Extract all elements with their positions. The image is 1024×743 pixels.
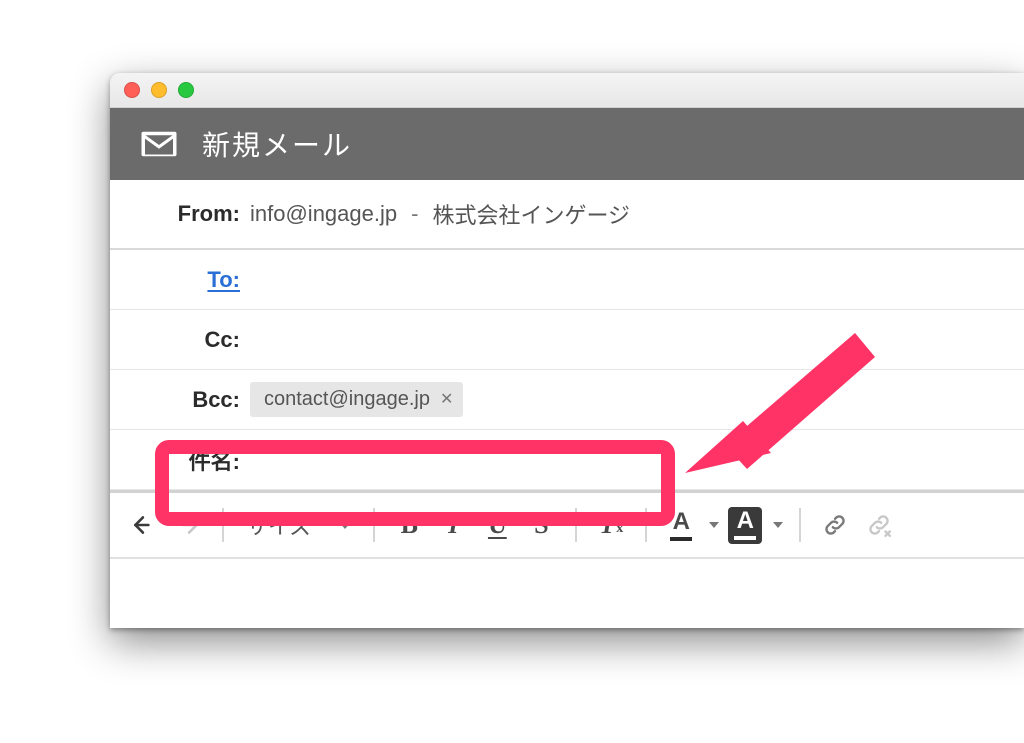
window-titlebar (110, 73, 1024, 108)
cc-input[interactable] (250, 332, 1024, 348)
toolbar-divider (575, 508, 577, 542)
highlight-color-dropdown[interactable] (769, 505, 785, 545)
zoom-window-button[interactable] (178, 82, 194, 98)
unlink-icon (866, 512, 892, 538)
italic-button[interactable]: I (433, 505, 473, 545)
to-row: To: (110, 250, 1024, 310)
minimize-window-button[interactable] (151, 82, 167, 98)
editor-toolbar: サイズ B I U S Tx A (110, 493, 1024, 559)
cc-row: Cc: (110, 310, 1024, 370)
toolbar-divider (799, 508, 801, 542)
redo-button[interactable] (168, 505, 208, 545)
toolbar-divider (222, 508, 224, 542)
compose-header: 新規メール (110, 108, 1024, 180)
font-color-button[interactable]: A (661, 505, 701, 545)
redo-icon (175, 512, 201, 538)
from-name: 株式会社インゲージ (432, 198, 630, 230)
highlight-color-button[interactable]: A (725, 505, 765, 545)
from-value[interactable]: info@ingage.jp - 株式会社インゲージ (250, 190, 1024, 238)
insert-link-button[interactable] (815, 505, 855, 545)
bcc-recipient-chip[interactable]: contact@ingage.jp ✕ (250, 382, 463, 417)
toolbar-divider (645, 508, 647, 542)
underline-button[interactable]: U (477, 505, 517, 545)
close-window-button[interactable] (124, 82, 140, 98)
clear-format-button[interactable]: Tx (591, 505, 631, 545)
to-label[interactable]: To: (110, 267, 250, 293)
bold-button[interactable]: B (389, 505, 429, 545)
from-label: From: (110, 201, 250, 227)
remove-link-button[interactable] (859, 505, 899, 545)
link-icon (822, 512, 848, 538)
from-email: info@ingage.jp (250, 201, 397, 227)
strike-button[interactable]: S (521, 505, 561, 545)
to-input[interactable] (250, 272, 1024, 288)
remove-chip-icon[interactable]: ✕ (440, 392, 453, 408)
compose-window: 新規メール From: info@ingage.jp - 株式会社インゲージ T… (110, 73, 1024, 628)
traffic-lights (124, 82, 194, 98)
subject-row: 件名: (110, 430, 1024, 490)
bcc-label[interactable]: Bcc: (110, 387, 250, 413)
cc-label[interactable]: Cc: (110, 327, 250, 353)
bcc-row: Bcc: contact@ingage.jp ✕ (110, 370, 1024, 430)
bcc-input[interactable]: contact@ingage.jp ✕ (250, 374, 1024, 425)
compose-title: 新規メール (202, 124, 352, 164)
from-row: From: info@ingage.jp - 株式会社インゲージ (110, 180, 1024, 250)
subject-input[interactable] (250, 452, 1024, 468)
font-size-dropdown[interactable]: サイズ (238, 509, 359, 541)
from-separator: - (411, 201, 418, 227)
mail-icon (138, 123, 180, 165)
caret-down-icon (709, 522, 719, 528)
undo-button[interactable] (124, 505, 164, 545)
undo-icon (131, 512, 157, 538)
subject-label: 件名: (110, 444, 250, 476)
toolbar-divider (373, 508, 375, 542)
font-size-label: サイズ (246, 509, 311, 541)
caret-down-icon (773, 522, 783, 528)
highlight-icon: A (728, 507, 762, 544)
caret-down-icon (339, 522, 351, 529)
clear-format-icon: Tx (599, 510, 623, 540)
bcc-chip-text: contact@ingage.jp (264, 388, 430, 411)
font-color-dropdown[interactable] (705, 505, 721, 545)
font-color-icon: A (670, 510, 692, 541)
